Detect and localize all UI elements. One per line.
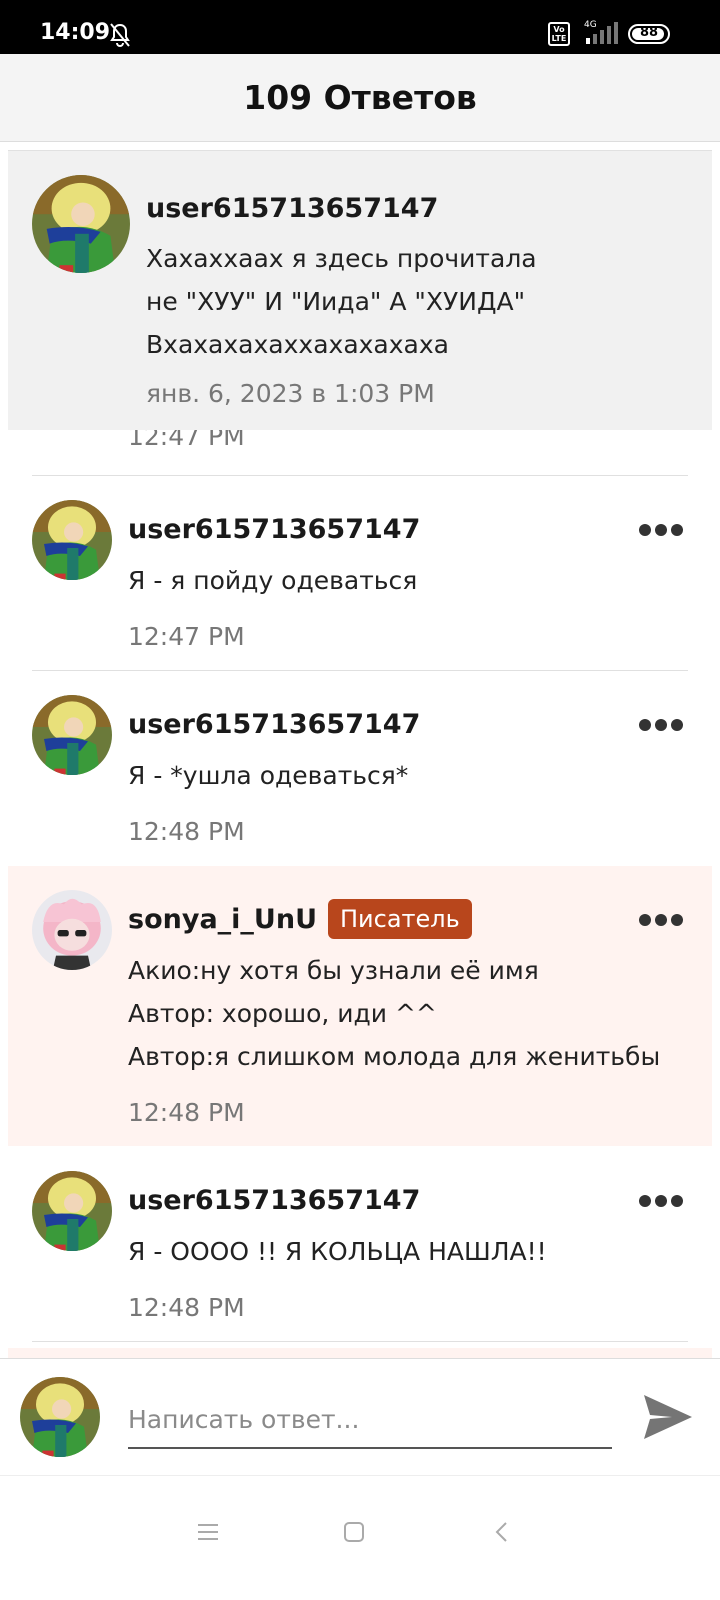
replies-header: 109 Ответов	[0, 54, 720, 142]
comment-username[interactable]: user615713657147	[128, 514, 420, 545]
comment-line: Акио:ну хотя бы узнали её имя	[128, 956, 539, 985]
comment-text: Я - ОООО !! Я КОЛЬЦА НАШЛА!!	[128, 1237, 547, 1266]
comment-line: Автор:я слишком молода для женитьбы	[128, 1042, 661, 1071]
comment-item-author: sonya_i_UnU Писатель Акио:ну хотя бы узн…	[8, 866, 712, 1146]
avatar[interactable]	[32, 695, 112, 775]
volte-icon: Vo LTE	[548, 22, 570, 46]
comment-timestamp: янв. 6, 2023 в 1:03 PM	[146, 379, 435, 408]
comment-line: Хахаххаах я здесь прочитала	[146, 244, 537, 273]
comment-item: user615713657147 Я - *ушла одеваться* 12…	[8, 671, 712, 865]
home-icon[interactable]	[342, 1520, 366, 1548]
comment-username[interactable]: sonya_i_UnU	[128, 904, 317, 935]
comment-timestamp: 12:48 PM	[128, 817, 245, 846]
more-icon[interactable]	[638, 717, 684, 736]
comment-text: Хахаххаах я здесь прочитала не "ХУУ" И "…	[146, 237, 537, 366]
avatar[interactable]	[32, 500, 112, 580]
comment-item: user615713657147 Я - ОООО !! Я КОЛЬЦА НА…	[8, 1147, 712, 1341]
battery-level: 88	[639, 25, 659, 40]
comment-timestamp: 12:48 PM	[128, 1293, 245, 1322]
comment-line: Вхахахахаххахахахаха	[146, 330, 449, 359]
back-icon[interactable]	[490, 1520, 514, 1548]
avatar	[20, 1377, 100, 1457]
comment-timestamp: 12:48 PM	[128, 1098, 245, 1127]
avatar[interactable]	[32, 1171, 112, 1251]
battery-icon: 88	[628, 24, 670, 44]
avatar[interactable]	[32, 890, 112, 970]
more-icon[interactable]	[638, 1193, 684, 1212]
comment-line: Автор: хорошо, иди ^^	[128, 999, 437, 1028]
reply-bar	[0, 1358, 720, 1476]
comment-username[interactable]: user615713657147	[128, 709, 420, 740]
comment-line: не "ХУУ" И "Иида" А "ХУИДА"	[146, 287, 526, 316]
comment-timestamp: 12:47 PM	[128, 622, 245, 651]
more-icon[interactable]	[638, 912, 684, 931]
network-label: 4G	[584, 20, 597, 30]
page-title: 109 Ответов	[243, 78, 477, 117]
comment-text: Я - я пойду одеваться	[128, 566, 418, 595]
system-nav-bar	[0, 1476, 720, 1600]
comment-username[interactable]: user615713657147	[128, 1185, 420, 1216]
comment-text: Я - *ушла одеваться*	[128, 761, 409, 790]
writer-badge: Писатель	[328, 899, 472, 939]
next-comment-peek	[8, 1348, 712, 1358]
comment-username[interactable]: user615713657147	[146, 193, 438, 224]
avatar[interactable]	[32, 175, 130, 273]
notifications-off-icon	[108, 22, 132, 52]
signal-icon: 4G	[582, 18, 622, 50]
replies-feed[interactable]: user615713657147 Хахаххаах я здесь прочи…	[0, 142, 720, 1358]
parent-comment: user615713657147 Хахаххаах я здесь прочи…	[8, 150, 712, 430]
divider	[32, 1341, 688, 1342]
send-icon[interactable]	[640, 1389, 696, 1449]
comment-item: user615713657147 Я - я пойду одеваться 1…	[8, 476, 712, 670]
menu-icon[interactable]	[196, 1520, 220, 1548]
status-time: 14:09	[40, 20, 111, 45]
status-bar: 14:09 Vo LTE 4G 88	[0, 0, 720, 54]
more-icon[interactable]	[638, 522, 684, 541]
reply-input[interactable]	[128, 1391, 612, 1449]
